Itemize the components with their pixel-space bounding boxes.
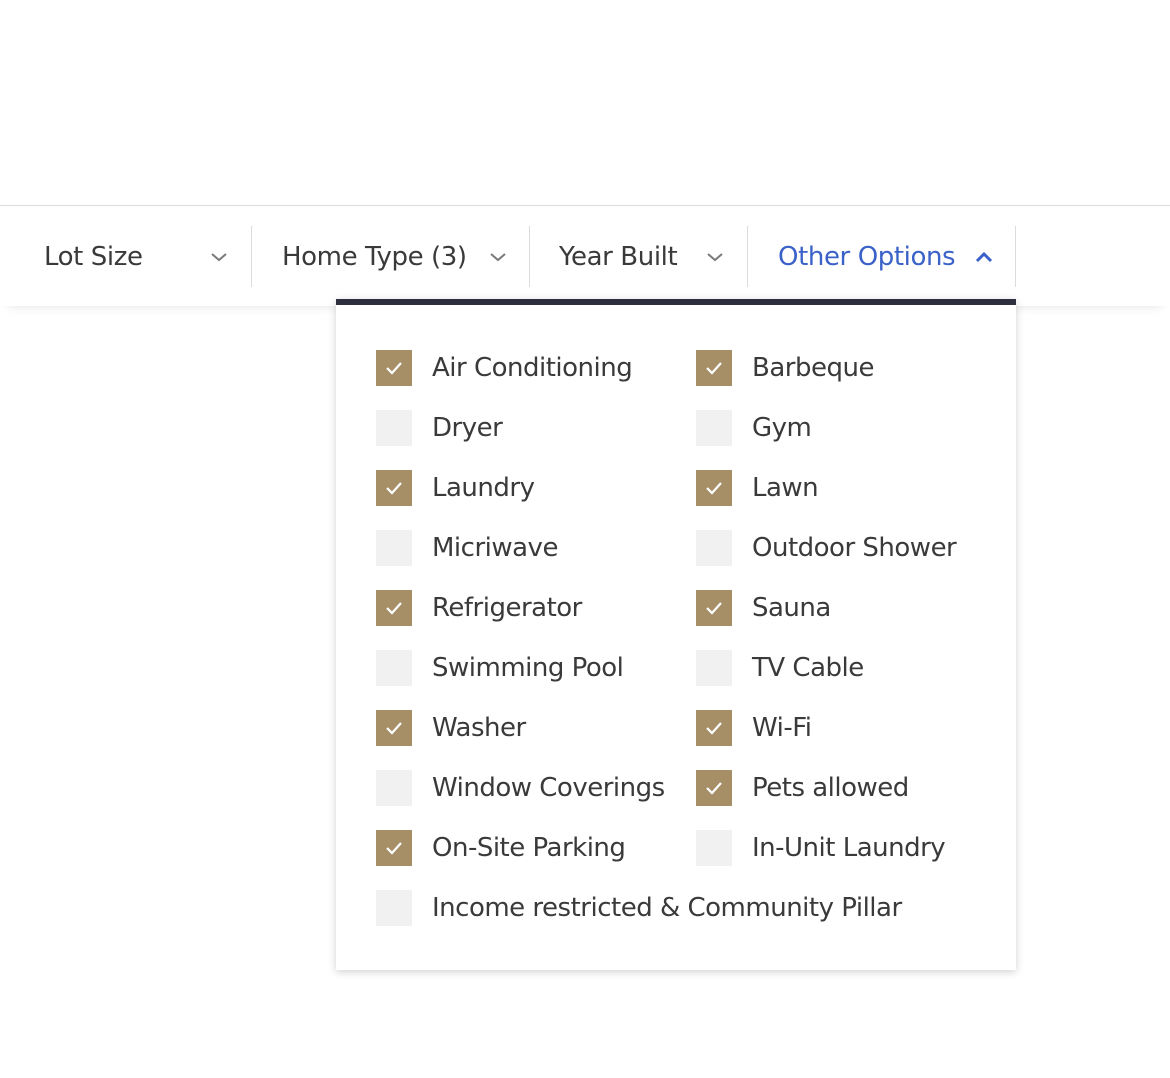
option-checkbox[interactable] [376, 830, 412, 866]
option-item[interactable]: Swimming Pool [376, 650, 624, 686]
option-label: In-Unit Laundry [752, 833, 946, 863]
check-icon [706, 782, 722, 795]
option-item[interactable]: Outdoor Shower [696, 530, 957, 566]
option-checkbox[interactable] [696, 770, 732, 806]
option-checkbox[interactable] [696, 830, 732, 866]
option-item[interactable]: Micriwave [376, 530, 558, 566]
option-item[interactable]: Window Coverings [376, 770, 665, 806]
check-icon [706, 482, 722, 495]
option-label: Window Coverings [432, 773, 665, 803]
option-label: Gym [752, 413, 812, 443]
option-label: On-Site Parking [432, 833, 626, 863]
option-label: Wi-Fi [752, 713, 812, 743]
check-icon [706, 602, 722, 615]
option-label: Income restricted & Community Pillar [432, 893, 902, 923]
check-icon [386, 722, 402, 735]
option-checkbox[interactable] [376, 590, 412, 626]
filter-year-built[interactable]: Year Built [559, 226, 739, 287]
option-checkbox[interactable] [376, 470, 412, 506]
option-label: Sauna [752, 593, 831, 623]
option-label: Lawn [752, 473, 819, 503]
option-label: Air Conditioning [432, 353, 633, 383]
option-checkbox[interactable] [376, 650, 412, 686]
option-item[interactable]: Income restricted & Community Pillar [376, 890, 902, 926]
filter-label: Lot Size [44, 241, 143, 272]
option-checkbox[interactable] [376, 890, 412, 926]
filter-label: Other Options [778, 241, 956, 272]
option-label: TV Cable [752, 653, 864, 683]
option-checkbox[interactable] [696, 470, 732, 506]
check-icon [386, 602, 402, 615]
option-label: Laundry [432, 473, 535, 503]
filter-divider [747, 226, 748, 287]
option-checkbox[interactable] [696, 710, 732, 746]
option-label: Micriwave [432, 533, 558, 563]
option-item[interactable]: Air Conditioning [376, 350, 633, 386]
filter-home-type[interactable]: Home Type (3) [282, 226, 522, 287]
option-label: Swimming Pool [432, 653, 624, 683]
check-icon [706, 362, 722, 375]
option-item[interactable]: Gym [696, 410, 812, 446]
filter-other-options[interactable]: Other Options [778, 226, 1008, 287]
option-item[interactable]: Sauna [696, 590, 831, 626]
option-label: Barbeque [752, 353, 874, 383]
option-item[interactable]: Barbeque [696, 350, 874, 386]
option-label: Dryer [432, 413, 503, 443]
option-label: Pets allowed [752, 773, 909, 803]
option-item[interactable]: TV Cable [696, 650, 864, 686]
option-item[interactable]: Wi-Fi [696, 710, 812, 746]
chevron-down-icon [705, 250, 725, 264]
chevron-down-icon [488, 250, 508, 264]
option-label: Washer [432, 713, 526, 743]
filter-bar: Lot Size Home Type (3) Year Built Other … [0, 205, 1170, 306]
filter-divider [1015, 226, 1016, 287]
option-item[interactable]: Lawn [696, 470, 819, 506]
option-item[interactable]: Pets allowed [696, 770, 909, 806]
option-label: Outdoor Shower [752, 533, 957, 563]
chevron-down-icon [209, 250, 229, 264]
filter-lot-size[interactable]: Lot Size [44, 226, 244, 287]
check-icon [706, 722, 722, 735]
option-item[interactable]: On-Site Parking [376, 830, 626, 866]
option-label: Refrigerator [432, 593, 582, 623]
check-icon [386, 482, 402, 495]
option-item[interactable]: In-Unit Laundry [696, 830, 946, 866]
option-checkbox[interactable] [376, 350, 412, 386]
check-icon [386, 842, 402, 855]
filter-divider [529, 226, 530, 287]
option-item[interactable]: Washer [376, 710, 526, 746]
filter-divider [251, 226, 252, 287]
option-checkbox[interactable] [376, 530, 412, 566]
option-item[interactable]: Laundry [376, 470, 535, 506]
option-checkbox[interactable] [376, 710, 412, 746]
option-checkbox[interactable] [376, 410, 412, 446]
check-icon [386, 362, 402, 375]
option-item[interactable]: Refrigerator [376, 590, 582, 626]
filter-label: Home Type (3) [282, 241, 467, 272]
option-checkbox[interactable] [696, 350, 732, 386]
option-item[interactable]: Dryer [376, 410, 503, 446]
option-checkbox[interactable] [696, 410, 732, 446]
option-checkbox[interactable] [696, 590, 732, 626]
option-checkbox[interactable] [696, 530, 732, 566]
filter-label: Year Built [559, 241, 678, 272]
option-checkbox[interactable] [696, 650, 732, 686]
option-checkbox[interactable] [376, 770, 412, 806]
chevron-up-icon [974, 250, 994, 264]
other-options-dropdown: Air Conditioning Barbeque Dryer Gym Laundry L… [336, 299, 1016, 970]
